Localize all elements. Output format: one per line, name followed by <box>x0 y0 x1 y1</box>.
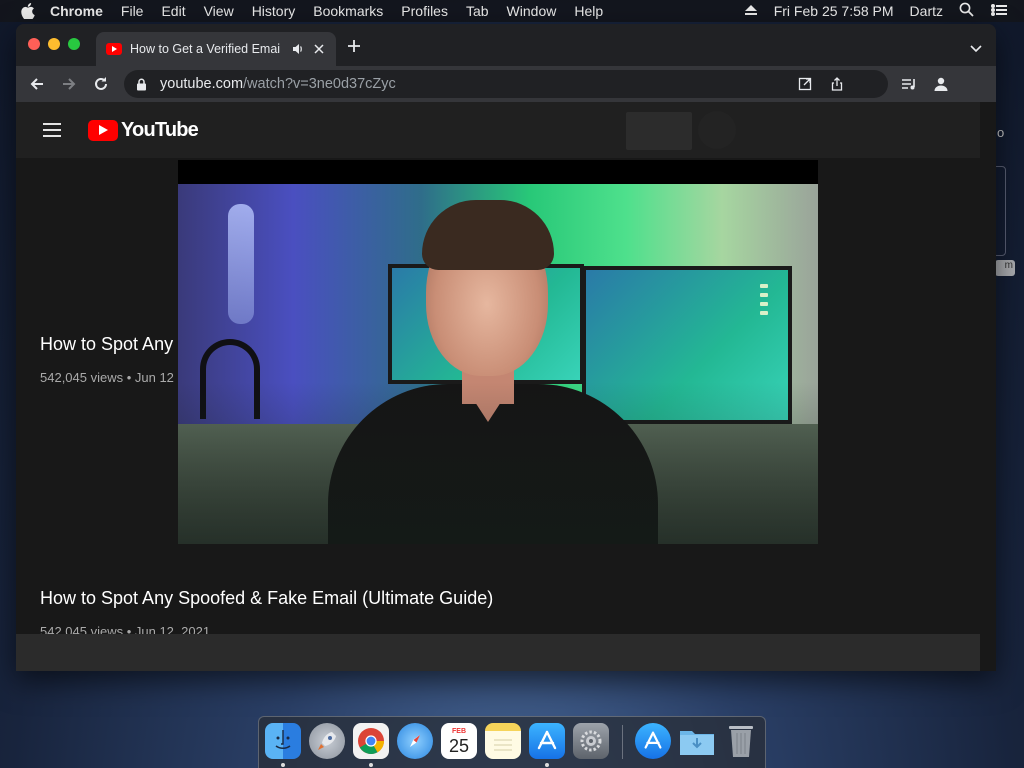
youtube-logo-text: YouTube <box>121 119 199 141</box>
page-bottom-bar <box>16 634 980 671</box>
video-title[interactable]: How to Spot Any Spoofed & Fake Email (Ul… <box>40 588 493 609</box>
eject-icon[interactable] <box>744 3 758 19</box>
tab-title: How to Get a Verified Emai <box>130 42 281 56</box>
finder-icon[interactable] <box>265 723 301 759</box>
downloads-folder-icon[interactable] <box>679 723 715 759</box>
spotlight-search-icon[interactable] <box>959 2 974 20</box>
video-title-truncated[interactable]: How to Spot Any <box>40 334 173 355</box>
new-tab-icon[interactable] <box>346 38 362 54</box>
trash-icon[interactable] <box>723 723 759 759</box>
youtube-favicon-icon <box>106 43 122 55</box>
header-placeholder-avatar <box>698 111 736 149</box>
close-window-button[interactable] <box>28 38 40 50</box>
youtube-play-logo-icon <box>88 120 118 141</box>
share-icon[interactable] <box>830 77 844 91</box>
system-preferences-icon[interactable] <box>573 723 609 759</box>
profile-avatar-icon[interactable] <box>932 75 950 93</box>
menu-status-area: Fri Feb 25 7:58 PM Dartz <box>744 0 1024 22</box>
minimize-window-button[interactable] <box>48 38 60 50</box>
tab-audio-icon[interactable] <box>292 43 306 55</box>
apple-menu-icon[interactable] <box>20 3 36 19</box>
lock-icon[interactable] <box>136 77 148 91</box>
dock: FEB 25 <box>258 716 766 768</box>
dock-separator <box>622 725 623 759</box>
tab-search-chevron-icon[interactable] <box>970 41 982 53</box>
menu-edit[interactable]: Edit <box>161 3 185 19</box>
maximize-window-button[interactable] <box>68 38 80 50</box>
menu-bar: Chrome File Edit View History Bookmarks … <box>0 0 1024 22</box>
url-path: /watch?v=3ne0d37cZyc <box>243 76 396 92</box>
app-store-icon[interactable] <box>529 723 565 759</box>
chrome-window: How to Get a Verified Emai youtube.com /… <box>16 24 996 671</box>
calendar-month: FEB <box>452 727 466 735</box>
chrome-icon[interactable] <box>353 723 389 759</box>
menu-tab[interactable]: Tab <box>466 3 489 19</box>
menu-app-name[interactable]: Chrome <box>50 3 103 19</box>
menu-window[interactable]: Window <box>507 3 557 19</box>
youtube-logo[interactable]: YouTube <box>88 119 199 142</box>
menu-datetime[interactable]: Fri Feb 25 7:58 PM <box>774 3 894 19</box>
tab-strip: How to Get a Verified Emai <box>16 24 996 66</box>
video-player[interactable] <box>178 160 818 544</box>
address-bar[interactable]: youtube.com/watch?v=3ne0d37cZyc <box>124 70 888 98</box>
menu-bookmarks[interactable]: Bookmarks <box>313 3 383 19</box>
browser-tab-active[interactable]: How to Get a Verified Emai <box>96 32 336 66</box>
notes-icon[interactable] <box>485 723 521 759</box>
youtube-page: YouTube How to Spot Any 542,045 views • … <box>16 102 996 671</box>
calendar-day: 25 <box>448 735 470 756</box>
menu-view[interactable]: View <box>204 3 234 19</box>
menu-user-name[interactable]: Dartz <box>910 3 943 19</box>
launchpad-icon[interactable] <box>309 723 345 759</box>
media-queue-icon[interactable] <box>900 75 918 93</box>
calendar-icon[interactable]: FEB 25 <box>441 723 477 759</box>
video-frame <box>178 184 818 544</box>
open-in-new-icon[interactable] <box>798 77 812 91</box>
app-store-alt-icon[interactable] <box>635 723 671 759</box>
hamburger-menu-icon[interactable] <box>42 122 62 138</box>
reload-icon[interactable] <box>92 75 110 93</box>
safari-icon[interactable] <box>397 723 433 759</box>
window-controls <box>28 38 88 50</box>
tab-close-icon[interactable] <box>312 42 326 56</box>
url-host: youtube.com <box>160 76 244 92</box>
menu-history[interactable]: History <box>252 3 296 19</box>
browser-toolbar: youtube.com/watch?v=3ne0d37cZyc <box>16 66 996 102</box>
menu-help[interactable]: Help <box>574 3 603 19</box>
menu-profiles[interactable]: Profiles <box>401 3 448 19</box>
desktop-partial-tag: m <box>995 260 1015 276</box>
video-meta-truncated: 542,045 views • Jun 12 <box>40 370 174 385</box>
back-arrow-icon[interactable] <box>28 75 46 93</box>
control-center-icon[interactable] <box>990 3 1008 20</box>
menu-file[interactable]: File <box>121 3 144 19</box>
header-placeholder-block <box>626 112 692 150</box>
forward-arrow-icon[interactable] <box>60 75 78 93</box>
youtube-header: YouTube <box>16 102 980 158</box>
desktop-partial-label: o <box>997 125 1005 140</box>
